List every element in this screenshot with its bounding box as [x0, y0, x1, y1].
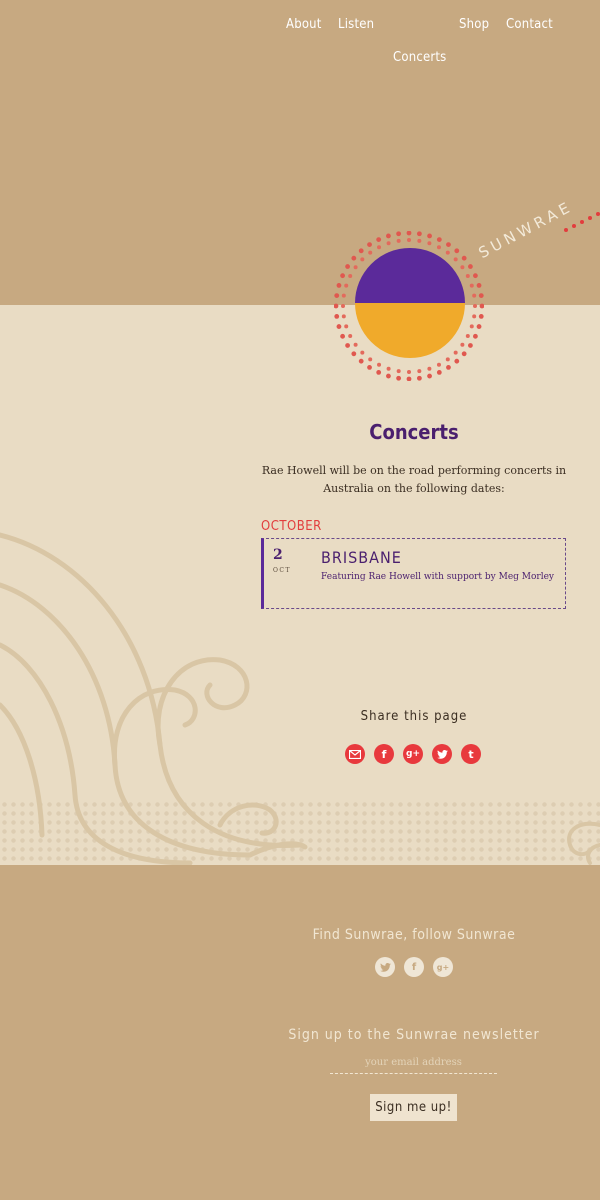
facebook-icon[interactable]: f — [374, 744, 394, 764]
event-city: BRISBANE — [321, 548, 402, 567]
twitter-icon[interactable] — [375, 957, 395, 977]
nav-shop-link[interactable]: Shop — [459, 17, 489, 32]
share-title: Share this page — [360, 709, 468, 724]
concert-event[interactable]: 2 OCT BRISBANE Featuring Rae Howell with… — [261, 538, 566, 609]
nav-concerts-link[interactable]: Concerts — [393, 50, 446, 65]
nav-listen-link[interactable]: Listen — [338, 17, 374, 32]
logo-dot-trail — [564, 212, 600, 232]
newsletter-title: Sign up to the Sunwrae newsletter — [288, 1027, 540, 1043]
decorative-swirl-right — [567, 821, 600, 865]
tumblr-icon[interactable]: t — [461, 744, 481, 764]
nav-contact-link[interactable]: Contact — [506, 17, 553, 32]
event-day: 2 — [273, 547, 283, 563]
header-band — [0, 0, 600, 305]
sunwrae-logo[interactable] — [355, 248, 465, 358]
signup-button[interactable]: Sign me up! — [370, 1094, 457, 1121]
page-intro: Rae Howell will be on the road performin… — [261, 464, 567, 495]
facebook-icon[interactable]: f — [404, 957, 424, 977]
google-plus-icon[interactable]: g+ — [433, 957, 453, 977]
concert-month: OCTOBER — [261, 519, 322, 534]
page-title: Concerts — [369, 420, 459, 444]
google-plus-icon[interactable]: g+ — [403, 744, 423, 764]
nav-about-link[interactable]: About — [286, 17, 322, 32]
email-icon[interactable] — [345, 744, 365, 764]
event-month: OCT — [273, 567, 292, 574]
twitter-icon[interactable] — [432, 744, 452, 764]
event-description: Featuring Rae Howell with support by Meg… — [321, 572, 554, 582]
email-field[interactable] — [330, 1052, 497, 1074]
follow-title: Find Sunwrae, follow Sunwrae — [312, 927, 516, 943]
